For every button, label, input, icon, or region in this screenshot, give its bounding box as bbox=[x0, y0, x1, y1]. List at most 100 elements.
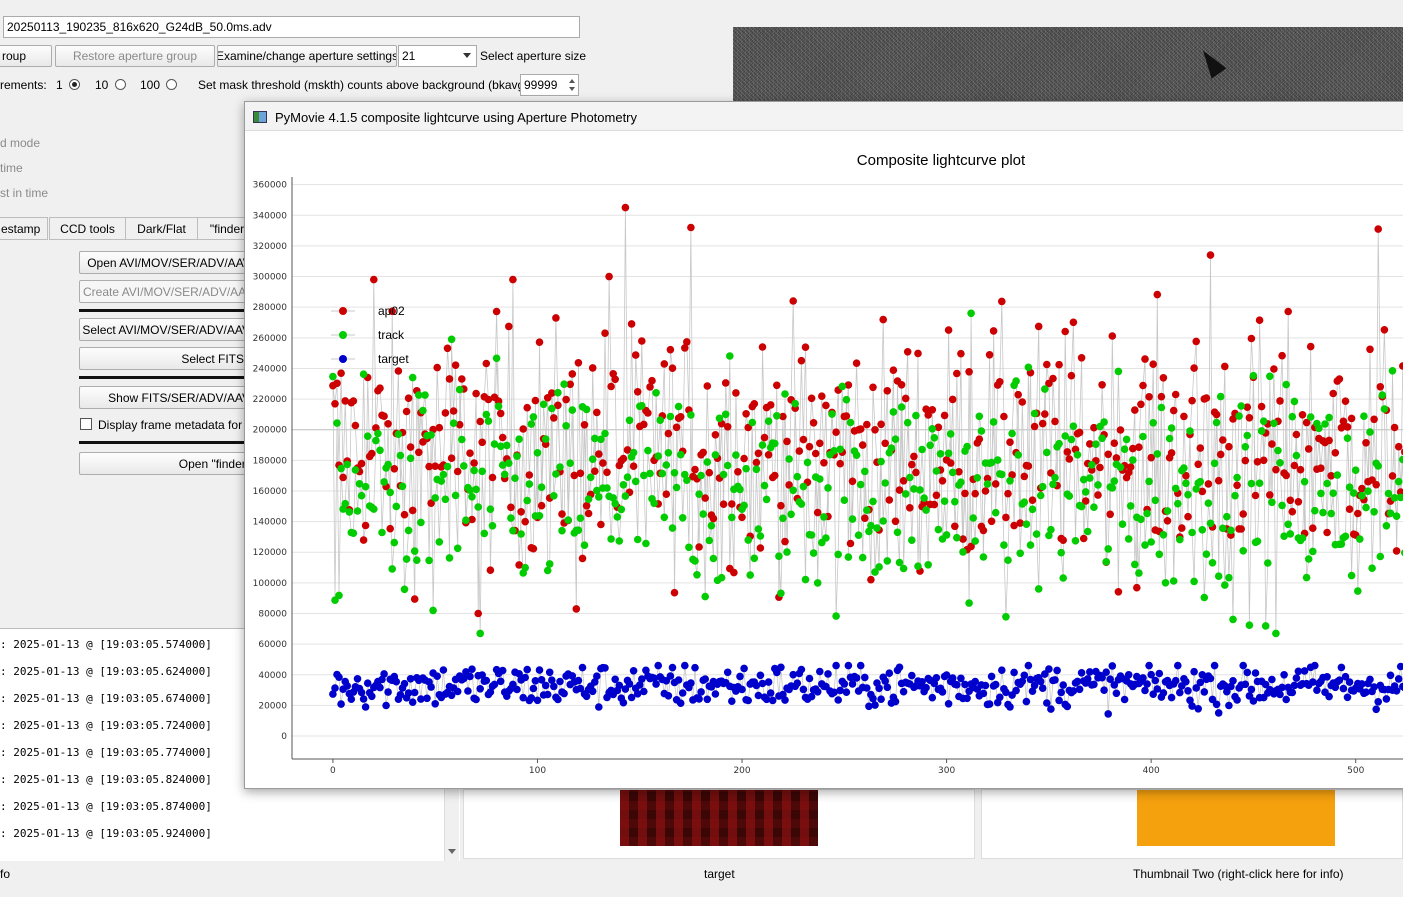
data-point-track bbox=[1129, 456, 1137, 464]
metadata-checkbox[interactable] bbox=[80, 418, 92, 430]
data-point-ap02 bbox=[842, 412, 851, 420]
data-point-ap02 bbox=[361, 521, 370, 530]
data-point-track bbox=[1034, 585, 1043, 593]
data-point-target bbox=[1372, 705, 1380, 714]
scroll-down-icon[interactable] bbox=[448, 849, 456, 854]
data-point-track bbox=[951, 497, 959, 506]
thumbnail-two-label[interactable]: Thumbnail Two (right-click here for info… bbox=[1133, 867, 1344, 881]
data-point-track bbox=[458, 435, 466, 444]
target-thumbnail[interactable] bbox=[620, 790, 818, 846]
data-point-ap02 bbox=[1049, 374, 1057, 383]
data-point-track bbox=[1219, 524, 1227, 533]
data-point-track bbox=[1143, 509, 1151, 518]
open-video-button[interactable]: Open AVI/MOV/SER/ADV/AAV bbox=[79, 251, 259, 274]
data-point-ap02 bbox=[1145, 393, 1153, 401]
data-point-ap02 bbox=[764, 451, 773, 459]
data-point-track bbox=[1176, 535, 1184, 544]
data-point-track bbox=[807, 531, 816, 539]
data-point-target bbox=[1104, 710, 1112, 718]
spin-down-icon[interactable] bbox=[569, 87, 575, 91]
data-point-ap02 bbox=[496, 409, 505, 418]
data-point-track bbox=[846, 418, 855, 427]
data-point-track bbox=[1343, 434, 1352, 443]
tab-dark-flat[interactable]: Dark/Flat bbox=[125, 217, 198, 240]
data-point-track bbox=[672, 483, 681, 492]
data-point-ap02 bbox=[991, 480, 1000, 488]
data-point-ap02 bbox=[932, 491, 941, 500]
data-point-ap02 bbox=[415, 448, 423, 457]
data-point-target bbox=[482, 676, 491, 685]
data-point-track bbox=[1268, 498, 1276, 507]
separator-line bbox=[79, 376, 249, 379]
radio-100[interactable] bbox=[166, 79, 177, 90]
data-point-ap02 bbox=[1041, 410, 1049, 418]
spin-up-icon[interactable] bbox=[569, 79, 575, 83]
data-point-target bbox=[1392, 687, 1401, 695]
data-point-ap02 bbox=[1233, 481, 1241, 490]
window-title-bar[interactable]: PyMovie 4.1.5 composite lightcurve using… bbox=[245, 102, 1403, 131]
data-point-target bbox=[944, 700, 953, 708]
data-point-ap02 bbox=[852, 359, 861, 367]
lightcurve-chart[interactable]: Composite lightcurve plot 0 20000 40000 6000… bbox=[245, 131, 1403, 788]
y-tick-label: 360000 bbox=[253, 181, 288, 191]
radio-1[interactable] bbox=[69, 79, 80, 90]
data-point-track bbox=[959, 548, 967, 556]
data-point-ap02 bbox=[638, 337, 646, 345]
data-point-track bbox=[1333, 471, 1342, 479]
create-video-button[interactable]: Create AVI/MOV/SER/ADV/AAV bbox=[79, 280, 259, 303]
data-point-ap02 bbox=[1114, 588, 1123, 596]
data-point-track bbox=[783, 548, 791, 556]
data-point-ap02 bbox=[550, 414, 558, 422]
data-point-ap02 bbox=[687, 223, 695, 232]
data-point-track bbox=[1319, 508, 1327, 517]
data-point-ap02 bbox=[777, 501, 785, 510]
data-point-track bbox=[971, 537, 979, 545]
data-point-ap02 bbox=[672, 423, 681, 432]
data-point-track bbox=[906, 473, 914, 482]
data-point-track bbox=[1126, 502, 1135, 510]
data-point-track bbox=[975, 412, 984, 421]
data-point-target bbox=[891, 697, 900, 706]
lightcurve-plot-window[interactable]: PyMovie 4.1.5 composite lightcurve using… bbox=[244, 101, 1403, 789]
select-fits-button[interactable]: Select FITS bbox=[79, 347, 259, 370]
data-point-target bbox=[1200, 688, 1209, 696]
data-point-target bbox=[987, 672, 996, 681]
data-point-track bbox=[1114, 367, 1123, 376]
select-video-button[interactable]: Select AVI/MOV/SER/ADV/AAV bbox=[79, 318, 259, 341]
data-point-track bbox=[492, 354, 501, 363]
data-point-ap02 bbox=[1380, 326, 1389, 334]
restore-aperture-group-button[interactable]: Restore aperture group bbox=[55, 45, 215, 67]
data-point-track bbox=[462, 516, 470, 524]
open-finder-button[interactable]: Open "finder" bbox=[79, 452, 259, 475]
x-tick-label: 100 bbox=[529, 766, 546, 776]
data-point-ap02 bbox=[1298, 411, 1307, 419]
aperture-size-select[interactable]: 21 bbox=[398, 45, 477, 67]
data-point-ap02 bbox=[1304, 445, 1313, 453]
legend-label-ap02: ap02 bbox=[378, 304, 405, 318]
data-point-track bbox=[695, 490, 703, 499]
filename-field[interactable]: 20250113_190235_816x620_G24dB_50.0ms.adv bbox=[3, 16, 580, 38]
data-point-ap02 bbox=[971, 489, 979, 498]
data-point-track bbox=[603, 484, 611, 492]
data-point-ap02 bbox=[975, 435, 984, 444]
thumbnail-two-image[interactable] bbox=[1137, 790, 1335, 846]
data-point-track bbox=[797, 500, 806, 508]
tab-timestamp[interactable]: estamp bbox=[0, 217, 48, 240]
data-point-track bbox=[1257, 427, 1266, 435]
data-point-track bbox=[357, 491, 366, 500]
image-view[interactable] bbox=[733, 27, 1403, 101]
data-point-ap02 bbox=[1259, 456, 1268, 465]
group-button[interactable]: roup bbox=[0, 45, 52, 67]
examine-aperture-settings-button[interactable]: Examine/change aperture settings bbox=[217, 45, 397, 67]
radio-10[interactable] bbox=[115, 79, 126, 90]
data-point-ap02 bbox=[1098, 381, 1106, 389]
data-point-target bbox=[1337, 663, 1346, 672]
data-point-track bbox=[554, 388, 562, 397]
app-window-icon bbox=[253, 111, 267, 123]
data-point-ap02 bbox=[629, 462, 638, 471]
data-point-ap02 bbox=[711, 431, 720, 439]
mask-threshold-spinbox[interactable]: 99999 bbox=[520, 74, 579, 96]
tab-ccd-tools[interactable]: CCD tools bbox=[49, 217, 126, 240]
data-point-target bbox=[1323, 673, 1331, 681]
show-video-button[interactable]: Show FITS/SER/ADV/AAV bbox=[79, 386, 259, 409]
